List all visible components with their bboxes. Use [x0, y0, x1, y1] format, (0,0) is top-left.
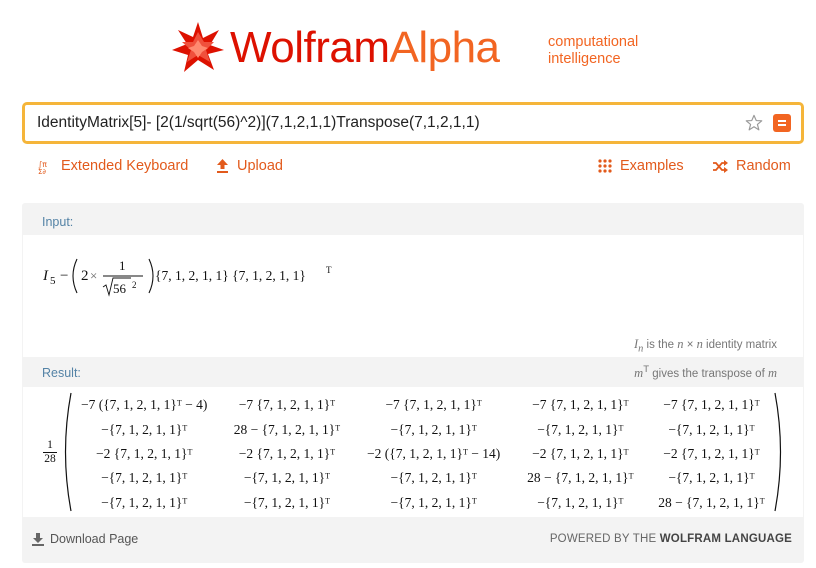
fraction-denominator: 28: [44, 453, 56, 465]
svg-text:56: 56: [113, 281, 127, 296]
matrix-cell: 28 − {7, 1, 2, 1, 1}ᵀ: [658, 494, 765, 510]
input-interpretation-formula[interactable]: I 5 − 2 × 1 56 2 {7, 1, 2, 1, 1} {7, 1, …: [43, 247, 383, 307]
svg-text:I: I: [43, 268, 49, 284]
matrix-row: −{7, 1, 2, 1, 1}ᵀ −{7, 1, 2, 1, 1}ᵀ −{7, 1…: [67, 491, 777, 515]
results-panel: Input: I 5 − 2 × 1 56 2 {7, 1, 2, 1, 1} …: [22, 203, 804, 563]
wolfram-language-brand: WOLFRAM LANGUAGE: [659, 533, 792, 545]
tagline-line-1: computational: [548, 34, 639, 50]
matrix-cell: −2 {7, 1, 2, 1, 1}ᵀ: [238, 445, 336, 461]
matrix-cell: 28 − {7, 1, 2, 1, 1}ᵀ: [527, 470, 634, 486]
matrix-cell: −7 {7, 1, 2, 1, 1}ᵀ: [663, 397, 760, 413]
fraction-numerator: 1: [43, 439, 57, 453]
matrix-scalar-fraction: 1 28: [43, 439, 57, 466]
svg-text:{7, 1, 2, 1, 1} {7, 1, 2, 1, 1: {7, 1, 2, 1, 1} {7, 1, 2, 1, 1}: [155, 268, 306, 283]
grid-dots-icon: [598, 159, 612, 173]
matrix-cell: −7 {7, 1, 2, 1, 1}ᵀ: [532, 397, 629, 413]
svg-text:2: 2: [132, 280, 137, 290]
matrix-cell: −{7, 1, 2, 1, 1}ᵀ: [243, 470, 331, 486]
matrix-row: −{7, 1, 2, 1, 1}ᵀ −{7, 1, 2, 1, 1}ᵀ −{7, 1…: [67, 466, 777, 490]
extended-keyboard-button[interactable]: ∫π Σ∂ Extended Keyboard: [38, 156, 188, 176]
logo-alpha: Alpha: [389, 23, 500, 72]
extended-keyboard-label: Extended Keyboard: [61, 158, 189, 174]
download-page-label: Download Page: [50, 532, 139, 546]
input-pod: I 5 − 2 × 1 56 2 {7, 1, 2, 1, 1} {7, 1, …: [23, 235, 803, 380]
svg-text:2: 2: [81, 268, 89, 284]
powered-by-wolfram-language[interactable]: POWERED BY THE WOLFRAM LANGUAGE: [550, 533, 792, 545]
logo-wolfram: Wolfram: [230, 23, 390, 72]
matrix-row: −2 {7, 1, 2, 1, 1}ᵀ −2 {7, 1, 2, 1, 1}ᵀ −2…: [67, 442, 777, 466]
shuffle-icon: [713, 159, 728, 173]
svg-text:T: T: [326, 265, 332, 275]
matrix-cell: −2 {7, 1, 2, 1, 1}ᵀ: [96, 445, 193, 461]
random-button[interactable]: Random: [712, 156, 791, 176]
matrix-cell: −{7, 1, 2, 1, 1}ᵀ: [537, 421, 624, 437]
wolfram-spikey-logo-icon[interactable]: [170, 20, 226, 76]
matrix-cell: −{7, 1, 2, 1, 1}ᵀ: [101, 494, 188, 510]
upload-label: Upload: [237, 158, 283, 174]
matrix-cell: −{7, 1, 2, 1, 1}ᵀ: [101, 421, 188, 437]
result-pod: 1 28 −7 ({7, 1, 2, 1, 1}ᵀ − 4) −7 {7, 1, …: [23, 387, 803, 517]
logo-tagline: computational intelligence: [548, 34, 638, 68]
svg-text:1: 1: [119, 258, 126, 273]
examples-button[interactable]: Examples: [598, 156, 684, 176]
svg-text:5: 5: [50, 275, 56, 287]
result-matrix[interactable]: −7 ({7, 1, 2, 1, 1}ᵀ − 4) −7 {7, 1, 2, 1,…: [67, 393, 777, 515]
input-pod-title: Input:: [42, 215, 74, 229]
matrix-cell: −7 {7, 1, 2, 1, 1}ᵀ: [238, 397, 336, 413]
matrix-cell: −{7, 1, 2, 1, 1}ᵀ: [668, 470, 755, 486]
keyboard-math-icon: ∫π Σ∂: [38, 160, 47, 174]
powered-by-prefix: POWERED BY THE: [549, 533, 660, 545]
search-bar: [22, 102, 804, 144]
upload-icon: [217, 159, 228, 173]
matrix-cell: −2 {7, 1, 2, 1, 1}ᵀ: [532, 445, 629, 461]
svg-text:×: ×: [90, 268, 97, 283]
matrix-cell: −{7, 1, 2, 1, 1}ᵀ: [243, 494, 331, 510]
upload-button[interactable]: Upload: [216, 156, 283, 176]
download-page-button[interactable]: Download Page: [32, 532, 138, 546]
matrix-cell: −{7, 1, 2, 1, 1}ᵀ: [101, 470, 188, 486]
header: WolframAlpha computational intelligence: [0, 18, 816, 82]
matrix-cell: −7 {7, 1, 2, 1, 1}ᵀ: [385, 397, 482, 413]
tagline-line-2: intelligence: [548, 51, 621, 67]
input-mode-menu-icon[interactable]: [773, 114, 791, 132]
matrix-cell: −2 {7, 1, 2, 1, 1}ᵀ: [663, 445, 760, 461]
search-input[interactable]: [37, 105, 727, 141]
identity-matrix-note: In is the n × n identity matrix: [633, 337, 777, 355]
matrix-row: −{7, 1, 2, 1, 1}ᵀ 28 − {7, 1, 2, 1, 1}ᵀ −{…: [67, 417, 777, 441]
matrix-row: −7 ({7, 1, 2, 1, 1}ᵀ − 4) −7 {7, 1, 2, 1,…: [67, 393, 777, 417]
favorite-star-icon[interactable]: [745, 114, 763, 132]
result-pod-title: Result:: [42, 366, 81, 380]
matrix-cell: −7 ({7, 1, 2, 1, 1}ᵀ − 4): [80, 397, 208, 413]
matrix-cell: −{7, 1, 2, 1, 1}ᵀ: [537, 494, 624, 510]
random-label: Random: [736, 158, 791, 174]
download-icon: [32, 532, 44, 546]
examples-label: Examples: [620, 158, 684, 174]
svg-text:−: −: [60, 268, 68, 284]
matrix-cell: −2 ({7, 1, 2, 1, 1}ᵀ − 14): [367, 445, 501, 461]
matrix-cell: 28 − {7, 1, 2, 1, 1}ᵀ: [233, 421, 341, 437]
matrix-cell: −{7, 1, 2, 1, 1}ᵀ: [668, 421, 755, 437]
wolframalpha-logo-text[interactable]: WolframAlpha: [230, 22, 500, 74]
matrix-right-paren: [774, 392, 782, 512]
matrix-cell: −{7, 1, 2, 1, 1}ᵀ: [390, 470, 477, 486]
transpose-note: mT gives the transpose of m: [634, 364, 777, 380]
matrix-cell: −{7, 1, 2, 1, 1}ᵀ: [390, 421, 477, 437]
matrix-cell: −{7, 1, 2, 1, 1}ᵀ: [390, 494, 477, 510]
svg-text:Σ∂: Σ∂: [38, 168, 46, 174]
